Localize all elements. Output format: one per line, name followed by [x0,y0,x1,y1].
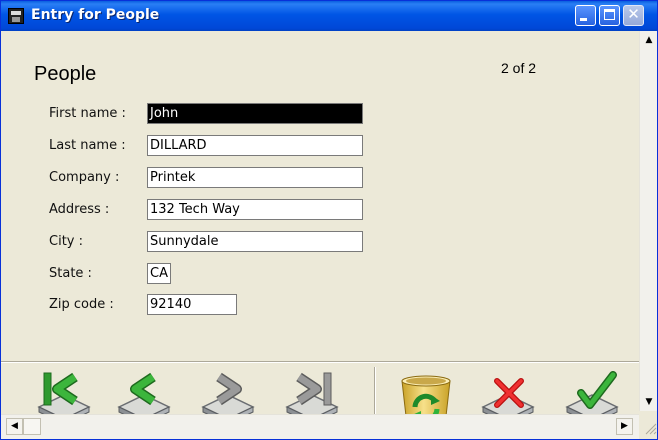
company-field[interactable]: Printek [147,167,363,188]
state-label: State : [49,266,92,281]
close-button[interactable]: ✕ [623,5,644,26]
scroll-down-arrow[interactable]: ▼ [642,395,656,409]
city-label: City : [49,234,83,249]
resize-grip-icon [645,423,657,435]
last-name-label: Last name : [49,138,126,153]
form-panel: People 2 of 2 First name : John Last nam… [1,31,641,433]
window-title: Entry for People [31,7,160,23]
horizontal-scrollbar[interactable]: ◀ ▶ [1,414,639,439]
vertical-scrollbar[interactable]: ▲ ▼ [639,31,657,411]
scroll-up-arrow[interactable]: ▲ [642,33,656,47]
form-separator [1,361,641,363]
right-arrow-icon: ▶ [621,421,628,431]
entry-window: Entry for People ✕ People 2 of 2 First n… [0,0,658,440]
scroll-right-button[interactable]: ▶ [616,418,633,435]
state-field[interactable]: CA [147,263,171,284]
up-arrow-icon: ▲ [645,35,653,45]
resize-grip[interactable] [639,414,657,439]
minimize-icon [580,18,587,21]
zip-code-field[interactable]: 92140 [147,294,237,315]
address-field[interactable]: 132 Tech Way [147,199,363,220]
first-name-label: First name : [49,106,126,121]
first-name-field[interactable]: John [147,103,363,124]
zip-code-label: Zip code : [49,297,114,312]
maximize-button[interactable] [599,5,620,26]
last-name-field[interactable]: DILLARD [147,135,363,156]
scroll-thumb[interactable] [23,418,41,435]
company-label: Company : [49,170,120,185]
maximize-icon [604,9,615,20]
title-bar[interactable]: Entry for People ✕ [1,1,657,31]
scroll-left-button[interactable]: ◀ [6,418,23,435]
minimize-button[interactable] [575,5,596,26]
form-title: People [34,63,97,85]
app-icon[interactable] [8,8,24,24]
address-label: Address : [49,202,110,217]
record-counter: 2 of 2 [501,60,537,76]
city-field[interactable]: Sunnydale [147,231,363,252]
left-arrow-icon: ◀ [11,421,18,431]
close-icon: ✕ [627,5,640,23]
down-arrow-icon: ▼ [645,397,653,407]
